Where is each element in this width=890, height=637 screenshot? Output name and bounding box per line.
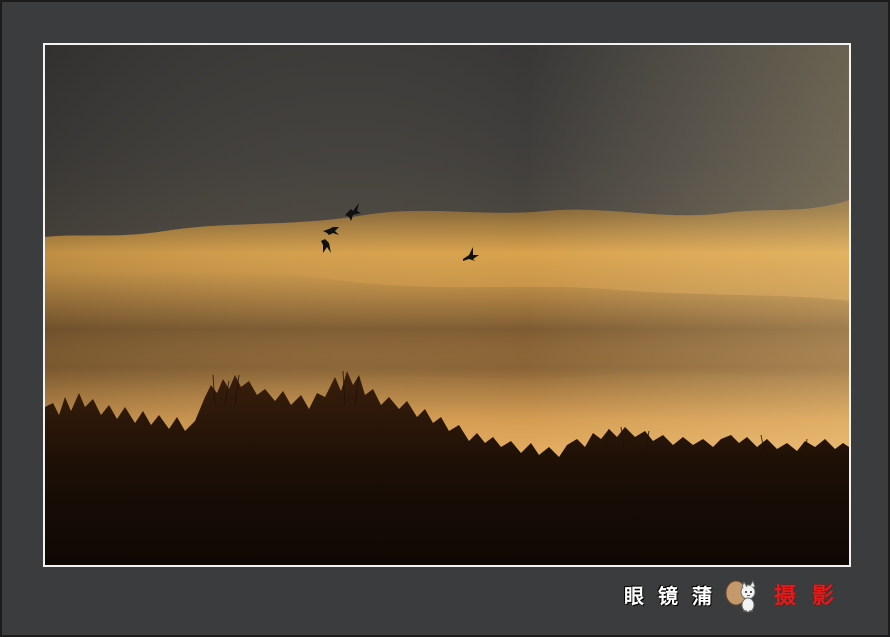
cat-mascot-icon [725,579,756,613]
signature-name-char: 眼 [624,584,644,608]
signature-name-char: 蒲 [692,584,712,608]
signature-name-char: 镜 [658,584,678,608]
photo-border [43,43,851,567]
photo-frame: 眼 镜 蒲 摄 影 [0,0,890,637]
signature-label-char: 摄 [774,583,797,609]
signature-label-char: 影 [812,583,835,609]
signature: 眼 镜 蒲 摄 影 [620,576,860,616]
sunset-photo [45,45,849,565]
